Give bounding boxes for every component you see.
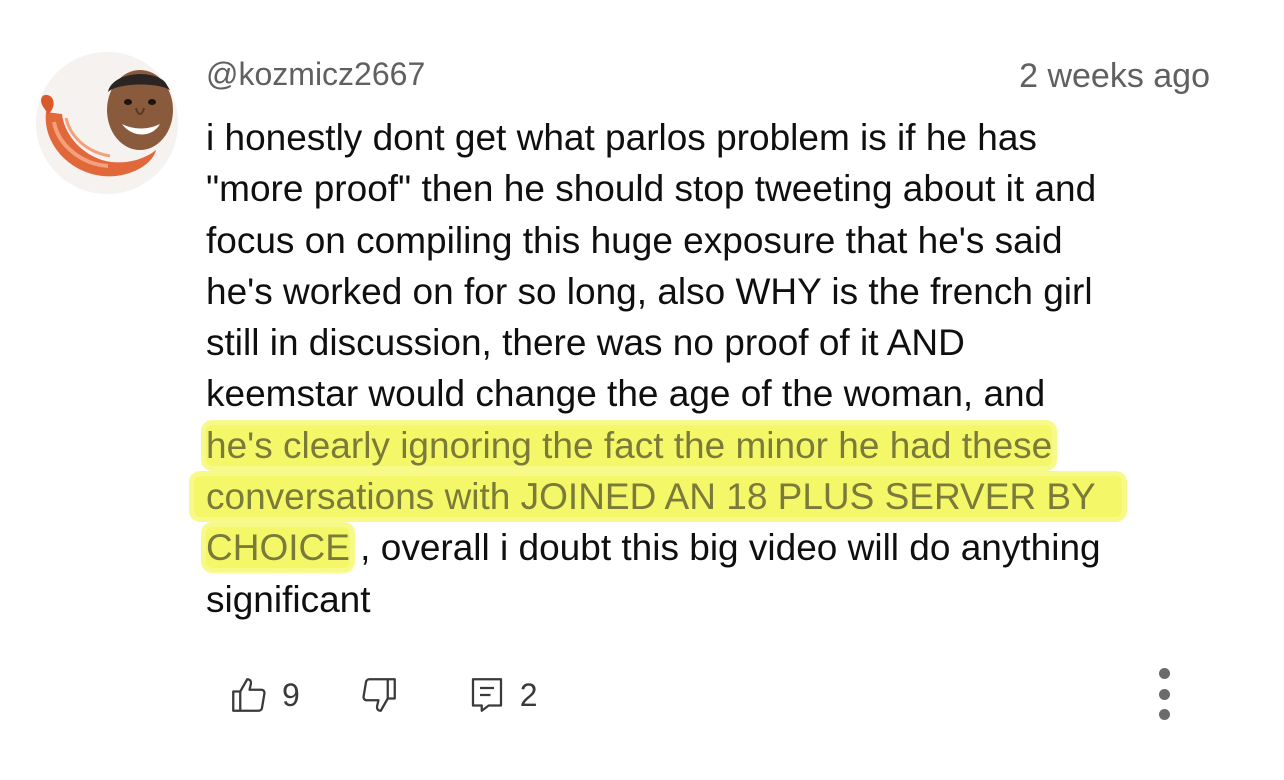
comment-line-highlighted: CHOICE , overall i doubt this big video …	[206, 522, 1236, 573]
comment-line-highlighted: he's clearly ignoring the fact the minor…	[206, 420, 1236, 471]
comment-text-after-highlight: , overall i doubt this big video will do…	[349, 527, 1101, 569]
highlight-mark: he's clearly ignoring the fact the minor…	[206, 424, 1053, 466]
comment-line: he's worked on for so long, also WHY is …	[206, 270, 1093, 312]
thumbs-up-icon	[232, 678, 266, 712]
more-vertical-dot	[1158, 709, 1170, 720]
comment-action-bar: 9 2	[228, 668, 538, 722]
comment-line: still in discussion, there was no proof …	[206, 322, 965, 364]
comment-body: i honestly dont get what parlos problem …	[194, 112, 1236, 625]
highlight-mark: CHOICE	[206, 527, 350, 569]
comment-timestamp: 2 weeks ago	[1019, 57, 1210, 95]
comment-author-handle[interactable]: @kozmicz2667	[206, 54, 425, 94]
comment-line: keemstar would change the age of the wom…	[206, 373, 1046, 415]
reply-comment-icon	[471, 678, 502, 712]
comment-line: significant	[206, 578, 371, 620]
comment-line: "more proof" then he should stop tweetin…	[206, 168, 1097, 210]
more-options-button[interactable]	[1144, 668, 1184, 720]
thumbs-down-icon	[362, 678, 396, 712]
like-button[interactable]: 9	[228, 674, 300, 716]
reply-button[interactable]: 2	[466, 674, 538, 716]
avatar-image	[36, 52, 178, 194]
dislike-button[interactable]	[358, 674, 400, 716]
avatar[interactable]	[36, 52, 178, 194]
more-vertical-dot	[1158, 688, 1170, 700]
comment-line-highlighted: conversations with JOINED AN 18 PLUS SER…	[194, 471, 1236, 522]
comment-line: i honestly dont get what parlos problem …	[206, 117, 1037, 158]
like-count: 9	[282, 676, 300, 713]
reply-count: 2	[519, 676, 538, 713]
highlight-mark: conversations with JOINED AN 18 PLUS SER…	[194, 476, 1122, 518]
more-vertical-icon	[1158, 668, 1170, 679]
comment-line: focus on compiling this huge exposure th…	[206, 219, 1063, 261]
